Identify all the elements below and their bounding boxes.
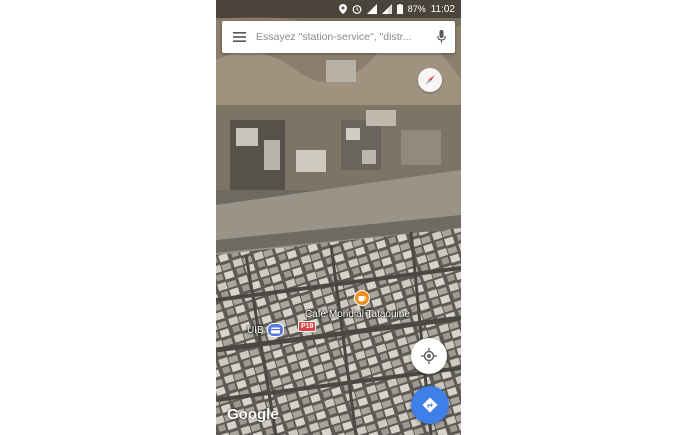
cafe-pin[interactable] (354, 290, 370, 306)
compass-icon (425, 75, 435, 85)
signal-icon (366, 4, 377, 14)
crosshair-icon (421, 348, 437, 364)
cafe-name: Café Mondial Tataouine (305, 309, 410, 320)
road-shield: P19 (298, 321, 317, 332)
search-bar[interactable]: Essayez "station-service", "distr... (222, 21, 455, 53)
coffee-icon (358, 295, 366, 301)
directions-button[interactable] (411, 386, 449, 424)
microphone-icon (436, 30, 446, 43)
google-logo: Google (227, 406, 279, 423)
directions-icon (422, 397, 438, 413)
bank-name: UIB (247, 324, 264, 336)
battery-icon (396, 4, 403, 14)
voice-search-button[interactable] (427, 21, 455, 53)
cellular-icon (381, 4, 392, 14)
bank-poi[interactable]: UIB (247, 323, 284, 337)
compass-button[interactable] (418, 68, 442, 92)
my-location-button[interactable] (411, 338, 447, 374)
phone-screen: 87% 11:02 Essayez "station-service", "di… (216, 0, 461, 435)
location-icon (338, 4, 347, 14)
alarm-icon (352, 4, 362, 14)
cafe-label[interactable]: Café Mondial Tataouine (305, 309, 410, 320)
clock: 11:02 (430, 3, 455, 15)
hamburger-icon (232, 32, 246, 42)
search-input[interactable]: Essayez "station-service", "distr... (256, 31, 427, 43)
battery-percent: 87% (407, 4, 426, 14)
bank-icon (266, 323, 284, 337)
status-bar: 87% 11:02 (216, 0, 461, 18)
menu-button[interactable] (222, 21, 256, 53)
